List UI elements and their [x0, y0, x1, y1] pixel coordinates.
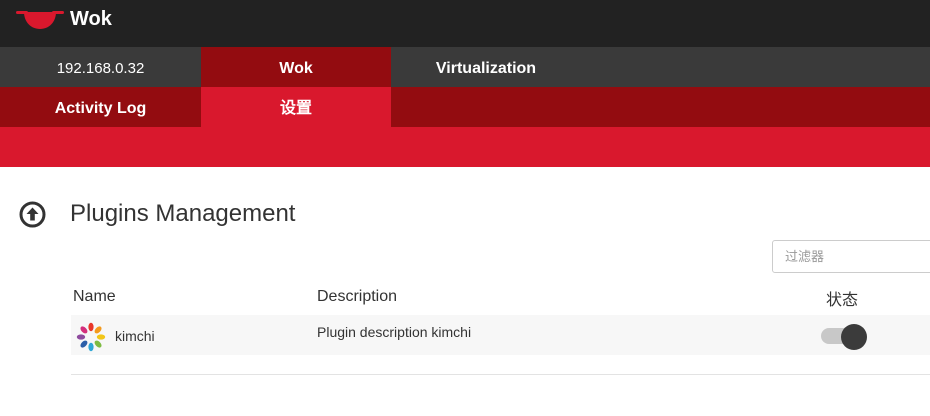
- top-bar: Wok: [0, 0, 930, 47]
- tab-activity-log[interactable]: Activity Log: [0, 87, 201, 127]
- tab-settings[interactable]: 设置: [201, 87, 391, 127]
- plugin-name: kimchi: [115, 328, 155, 344]
- column-header-name: Name: [73, 288, 116, 305]
- row-divider: [71, 374, 930, 375]
- column-header-status: 状态: [826, 292, 859, 309]
- wok-pan-icon: [16, 11, 64, 29]
- kimchi-logo-icon: [76, 322, 106, 352]
- tab-wok[interactable]: Wok: [201, 47, 391, 87]
- column-header-description: Description: [317, 288, 398, 305]
- brand-name[interactable]: Wok: [70, 8, 112, 30]
- filter-input[interactable]: [772, 240, 930, 273]
- page-title: Plugins Management: [70, 200, 296, 227]
- brand-logo[interactable]: [16, 6, 64, 34]
- plugin-enable-toggle[interactable]: [821, 324, 867, 350]
- table-row: kimchi Plugin description kimchi: [71, 315, 930, 355]
- host-address[interactable]: 192.168.0.32: [0, 47, 201, 87]
- page-banner: [0, 127, 930, 167]
- tab-virtualization[interactable]: Virtualization: [391, 47, 581, 87]
- primary-nav: 192.168.0.32 Wok Virtualization: [0, 47, 930, 87]
- plugin-description: Plugin description kimchi: [317, 324, 472, 340]
- circle-arrow-up-icon[interactable]: [19, 201, 46, 228]
- toggle-knob: [841, 324, 867, 350]
- secondary-nav: Activity Log 设置: [0, 87, 930, 127]
